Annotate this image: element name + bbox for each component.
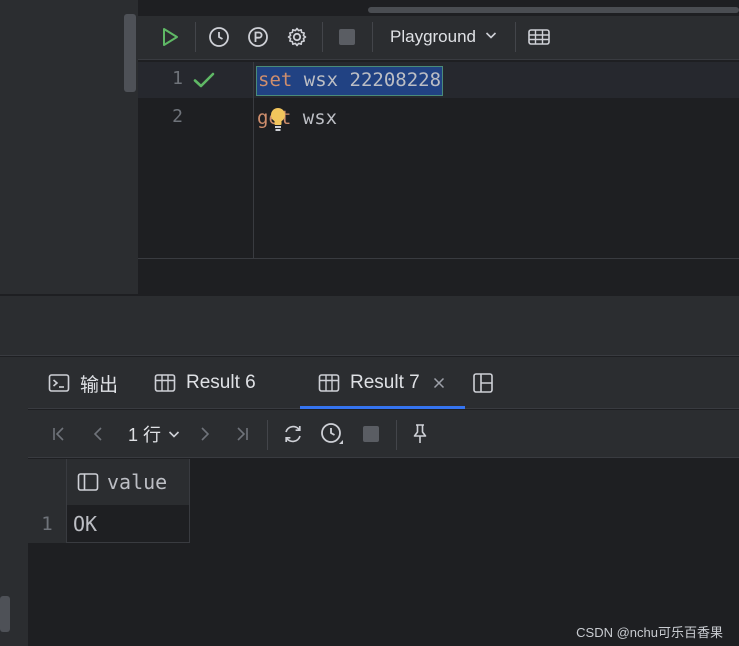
tab-result-7[interactable]: Result 7 xyxy=(318,357,446,409)
page-size-selector[interactable]: 1 行 xyxy=(122,421,187,447)
line-number: 2 xyxy=(172,106,183,127)
code-text: wsx xyxy=(291,107,338,129)
first-page-icon[interactable] xyxy=(46,421,72,447)
keyword-token: set xyxy=(258,69,293,91)
refresh-icon[interactable] xyxy=(280,421,306,447)
tab-output[interactable]: 输出 xyxy=(48,357,118,409)
active-tab-indicator xyxy=(300,406,465,409)
row-number[interactable]: 1 xyxy=(28,505,66,543)
table-icon xyxy=(318,373,340,393)
session-label: Playground xyxy=(390,27,477,46)
code-line-1[interactable]: set wsx 22208228 xyxy=(256,66,444,96)
column-header-label: value xyxy=(107,470,168,494)
results-scrollbar[interactable] xyxy=(0,596,10,632)
left-panel xyxy=(0,0,138,294)
editor-bottom-border xyxy=(138,258,739,259)
toolbar-divider xyxy=(372,22,373,52)
pin-icon[interactable] xyxy=(407,421,433,447)
gutter-divider xyxy=(253,62,254,258)
lightbulb-icon[interactable] xyxy=(268,106,288,134)
table-cell[interactable]: OK xyxy=(66,505,190,543)
horizontal-scrollbar[interactable] xyxy=(368,7,739,13)
pane-splitter[interactable] xyxy=(0,296,739,356)
parameter-icon[interactable] xyxy=(246,25,270,49)
chevron-down-icon xyxy=(484,27,498,47)
code-text: wsx 22208228 xyxy=(292,69,442,91)
chevron-down-icon xyxy=(167,427,181,441)
close-icon[interactable] xyxy=(432,376,446,390)
previous-page-icon[interactable] xyxy=(85,421,111,447)
stop-icon[interactable] xyxy=(335,25,359,49)
history-icon[interactable] xyxy=(319,421,345,447)
toolbar-divider xyxy=(195,22,196,52)
tab-label: 输出 xyxy=(80,374,119,396)
column-icon xyxy=(77,472,99,492)
success-check-icon xyxy=(192,68,216,97)
stop-icon[interactable] xyxy=(358,421,384,447)
split-view-icon xyxy=(472,372,494,394)
session-selector[interactable]: Playground xyxy=(384,24,504,50)
watermark: CSDN @nchu可乐百香果 xyxy=(576,625,723,640)
history-icon[interactable] xyxy=(207,25,231,49)
table-icon xyxy=(154,373,176,393)
run-icon[interactable] xyxy=(158,25,182,49)
column-header-value[interactable]: value xyxy=(66,459,190,505)
last-page-icon[interactable] xyxy=(229,421,255,447)
toolbar-divider xyxy=(396,420,397,450)
settings-icon[interactable] xyxy=(285,25,309,49)
line-number: 1 xyxy=(172,68,183,89)
table-view-icon[interactable] xyxy=(527,25,551,49)
results-tab-bar: 输出 Result 6 Result 7 xyxy=(28,357,739,409)
next-page-icon[interactable] xyxy=(192,421,218,447)
grid-corner[interactable] xyxy=(28,459,66,505)
rows-label: 1 行 xyxy=(128,425,162,445)
tab-label: Result 7 xyxy=(350,372,420,393)
toolbar-divider xyxy=(515,22,516,52)
console-icon xyxy=(48,373,70,393)
toolbar-divider xyxy=(322,22,323,52)
tab-result-6[interactable]: Result 6 xyxy=(154,357,256,409)
split-layout-button[interactable] xyxy=(472,357,504,409)
left-panel-scrollbar[interactable] xyxy=(124,14,136,92)
tab-label: Result 6 xyxy=(186,372,256,393)
toolbar-divider xyxy=(267,420,268,450)
